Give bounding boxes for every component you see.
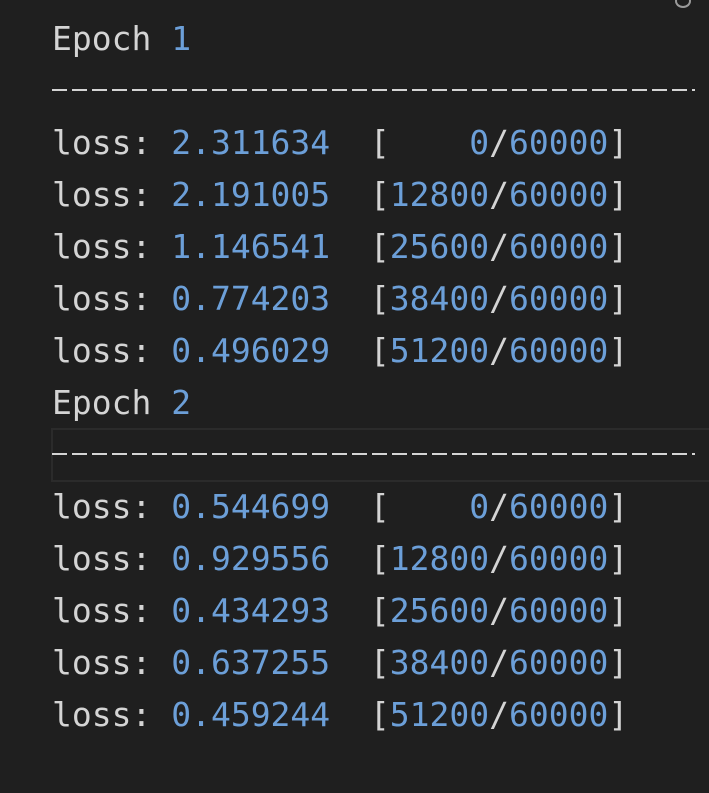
loss-row: loss: 0.544699 [ 0/60000] xyxy=(52,481,709,533)
output-text: Epoch 1 loss: 2.311634 [ 0/60000] loss: 2.… xyxy=(51,13,709,741)
progress-current: 12800 xyxy=(389,175,490,214)
loss-row: loss: 2.311634 [ 0/60000] xyxy=(52,117,709,169)
loss-label: loss: xyxy=(52,279,152,318)
separator-line xyxy=(51,428,709,482)
progress-slash: / xyxy=(489,695,510,734)
loss-value: 0.459244 xyxy=(171,695,331,734)
loss-row: loss: 0.637255 [38400/60000] xyxy=(52,637,709,689)
progress-slash: / xyxy=(489,227,510,266)
progress-total: 60000 xyxy=(509,539,609,578)
progress-total: 60000 xyxy=(509,123,609,162)
progress-current: 51200 xyxy=(389,695,490,734)
progress-slash: / xyxy=(489,279,510,318)
loss-label: loss: xyxy=(52,331,152,370)
progress-slash: / xyxy=(489,487,510,526)
progress-slash: / xyxy=(489,643,510,682)
loss-value: 0.774203 xyxy=(171,279,331,318)
bracket-close: ] xyxy=(608,539,629,578)
loss-row: loss: 0.459244 [51200/60000] xyxy=(52,689,709,741)
epoch-header: Epoch 2 xyxy=(52,377,709,429)
bracket-open: [ xyxy=(369,227,390,266)
progress-slash: / xyxy=(489,591,510,630)
bracket-close: ] xyxy=(608,175,629,214)
loss-value: 0.637255 xyxy=(171,643,331,682)
separator-dashes xyxy=(52,89,695,91)
loss-row: loss: 2.191005 [12800/60000] xyxy=(52,169,709,221)
loss-label: loss: xyxy=(52,123,152,162)
progress-total: 60000 xyxy=(509,695,609,734)
epoch-label: Epoch xyxy=(52,19,152,58)
bracket-open: [ xyxy=(369,643,390,682)
progress-current: 38400 xyxy=(389,643,490,682)
progress-current: 25600 xyxy=(389,591,490,630)
bracket-close: ] xyxy=(608,279,629,318)
loss-label: loss: xyxy=(52,175,152,214)
progress-slash: / xyxy=(489,123,510,162)
epoch-number: 1 xyxy=(171,19,192,58)
progress-total: 60000 xyxy=(509,643,609,682)
bracket-open: [ xyxy=(369,591,390,630)
loss-label: loss: xyxy=(52,591,152,630)
loss-value: 0.496029 xyxy=(171,331,331,370)
loss-value: 1.146541 xyxy=(171,227,331,266)
progress-total: 60000 xyxy=(509,331,609,370)
loss-label: loss: xyxy=(52,539,152,578)
progress-current: 25600 xyxy=(389,227,490,266)
progress-total: 60000 xyxy=(509,227,609,266)
loss-row: loss: 0.496029 [51200/60000] xyxy=(52,325,709,377)
epoch-header: Epoch 1 xyxy=(52,13,709,65)
loss-value: 2.311634 xyxy=(171,123,331,162)
bracket-open: [ xyxy=(369,123,390,162)
progress-current: 38400 xyxy=(389,279,490,318)
loss-value: 2.191005 xyxy=(171,175,331,214)
loss-label: loss: xyxy=(52,227,152,266)
loss-value: 0.929556 xyxy=(171,539,331,578)
progress-total: 60000 xyxy=(509,175,609,214)
partial-ring-icon xyxy=(675,0,691,8)
loss-value: 0.434293 xyxy=(171,591,331,630)
bracket-open: [ xyxy=(369,175,390,214)
bracket-open: [ xyxy=(369,539,390,578)
bracket-open: [ xyxy=(369,695,390,734)
progress-slash: / xyxy=(489,539,510,578)
bracket-close: ] xyxy=(608,123,629,162)
progress-total: 60000 xyxy=(509,279,609,318)
progress-current: 12800 xyxy=(389,539,490,578)
bracket-close: ] xyxy=(608,487,629,526)
epoch-label: Epoch xyxy=(52,383,152,422)
loss-value: 0.544699 xyxy=(171,487,331,526)
loss-row: loss: 0.774203 [38400/60000] xyxy=(52,273,709,325)
separator-line xyxy=(52,65,709,117)
bracket-close: ] xyxy=(608,643,629,682)
bracket-open: [ xyxy=(369,487,390,526)
loss-row: loss: 1.146541 [25600/60000] xyxy=(52,221,709,273)
loss-row: loss: 0.434293 [25600/60000] xyxy=(52,585,709,637)
loss-row: loss: 0.929556 [12800/60000] xyxy=(52,533,709,585)
loss-label: loss: xyxy=(52,643,152,682)
bracket-open: [ xyxy=(369,331,390,370)
bracket-open: [ xyxy=(369,279,390,318)
loss-label: loss: xyxy=(52,695,152,734)
progress-slash: / xyxy=(489,175,510,214)
bracket-close: ] xyxy=(608,331,629,370)
epoch-number: 2 xyxy=(171,383,192,422)
progress-current: 51200 xyxy=(389,331,490,370)
bracket-close: ] xyxy=(608,227,629,266)
bracket-close: ] xyxy=(608,695,629,734)
bracket-close: ] xyxy=(608,591,629,630)
progress-current: 0 xyxy=(389,487,490,526)
progress-slash: / xyxy=(489,331,510,370)
progress-total: 60000 xyxy=(509,487,609,526)
separator-dashes xyxy=(52,453,695,455)
loss-label: loss: xyxy=(52,487,152,526)
progress-total: 60000 xyxy=(509,591,609,630)
progress-current: 0 xyxy=(389,123,490,162)
